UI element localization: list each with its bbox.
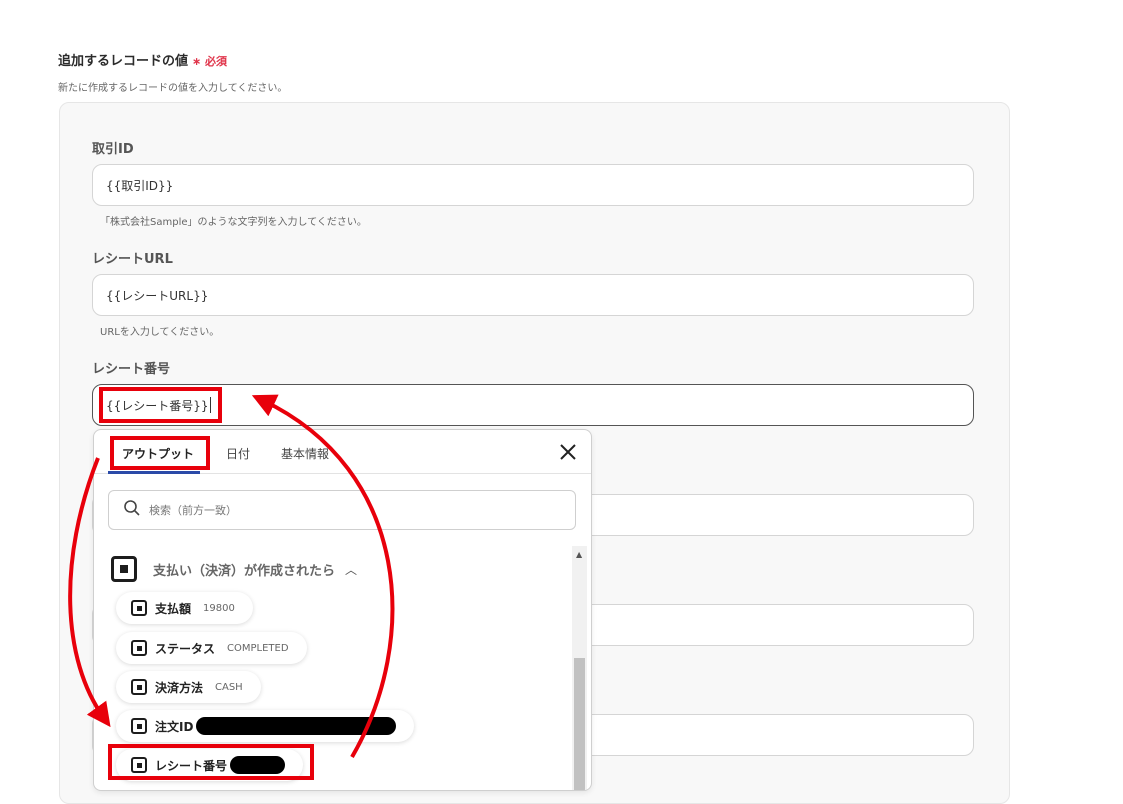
transaction-id-value: {{取引ID}} — [106, 178, 174, 193]
output-item-receipt-number[interactable]: レシート番号 — [116, 749, 304, 781]
search-icon — [123, 499, 141, 521]
required-badge: ∗ 必須 — [192, 55, 228, 68]
redacted-value — [230, 756, 286, 774]
item-value: 19800 — [203, 602, 235, 614]
output-item-order-id[interactable]: 注文ID — [116, 710, 415, 742]
square-app-icon — [111, 556, 137, 582]
item-value: COMPLETED — [227, 642, 289, 654]
chevron-up-icon: ︿ — [345, 562, 358, 577]
output-item-payment-method[interactable]: 決済方法 CASH — [116, 671, 261, 703]
output-item-status[interactable]: ステータス COMPLETED — [116, 632, 307, 664]
scrollbar-thumb[interactable] — [574, 658, 585, 790]
tab-basic-info[interactable]: 基本情報 — [281, 445, 329, 462]
item-value: CASH — [215, 681, 243, 693]
receipt-url-value: {{レシートURL}} — [106, 288, 209, 303]
square-app-icon — [131, 679, 147, 695]
text-caret — [209, 397, 211, 413]
item-name: 支払額 — [155, 601, 192, 616]
scroll-up-arrow-icon[interactable]: ▲ — [576, 550, 582, 559]
square-app-icon — [131, 718, 147, 734]
receipt-url-hint: URLを入力してください。 — [100, 327, 220, 338]
field-label-receipt-url: レシートURL — [92, 252, 173, 267]
item-name: レシート番号 — [155, 758, 228, 773]
tab-output[interactable]: アウトプット — [122, 445, 194, 462]
transaction-id-hint: 「株式会社Sample」のような文字列を入力してください。 — [100, 217, 367, 228]
field-label-receipt-number: レシート番号 — [92, 362, 171, 377]
redacted-value — [196, 717, 397, 735]
receipt-url-input[interactable]: {{レシートURL}} — [92, 274, 974, 316]
item-name: ステータス — [155, 641, 216, 656]
section-description: 新たに作成するレコードの値を入力してください。 — [58, 83, 288, 94]
output-item-amount[interactable]: 支払額 19800 — [116, 592, 253, 624]
tab-date[interactable]: 日付 — [226, 445, 250, 462]
square-app-icon — [131, 600, 147, 616]
item-name: 注文ID — [155, 719, 194, 734]
trigger-group-header[interactable]: 支払い（決済）が作成されたら ︿ — [111, 556, 357, 582]
close-icon[interactable] — [558, 442, 578, 462]
square-app-icon — [131, 640, 147, 656]
variable-picker-dropdown: アウトプット 日付 基本情報 支払い（決済）が作成されたら ︿ 支払額 1980… — [93, 429, 592, 791]
field-label-transaction-id: 取引ID — [92, 142, 134, 157]
group-label: 支払い（決済）が作成されたら — [153, 563, 336, 579]
receipt-number-value: {{レシート番号}} — [106, 398, 209, 413]
section-title: 追加するレコードの値 ∗ 必須 — [58, 54, 228, 69]
search-input[interactable] — [147, 502, 551, 518]
square-app-icon — [131, 757, 147, 773]
transaction-id-input[interactable]: {{取引ID}} — [92, 164, 974, 206]
active-tab-indicator — [108, 471, 200, 474]
picker-search-field[interactable] — [108, 490, 576, 530]
picker-tabbar: アウトプット 日付 基本情報 — [94, 430, 591, 474]
receipt-number-input[interactable]: {{レシート番号}} — [92, 384, 974, 426]
item-name: 決済方法 — [155, 680, 204, 695]
